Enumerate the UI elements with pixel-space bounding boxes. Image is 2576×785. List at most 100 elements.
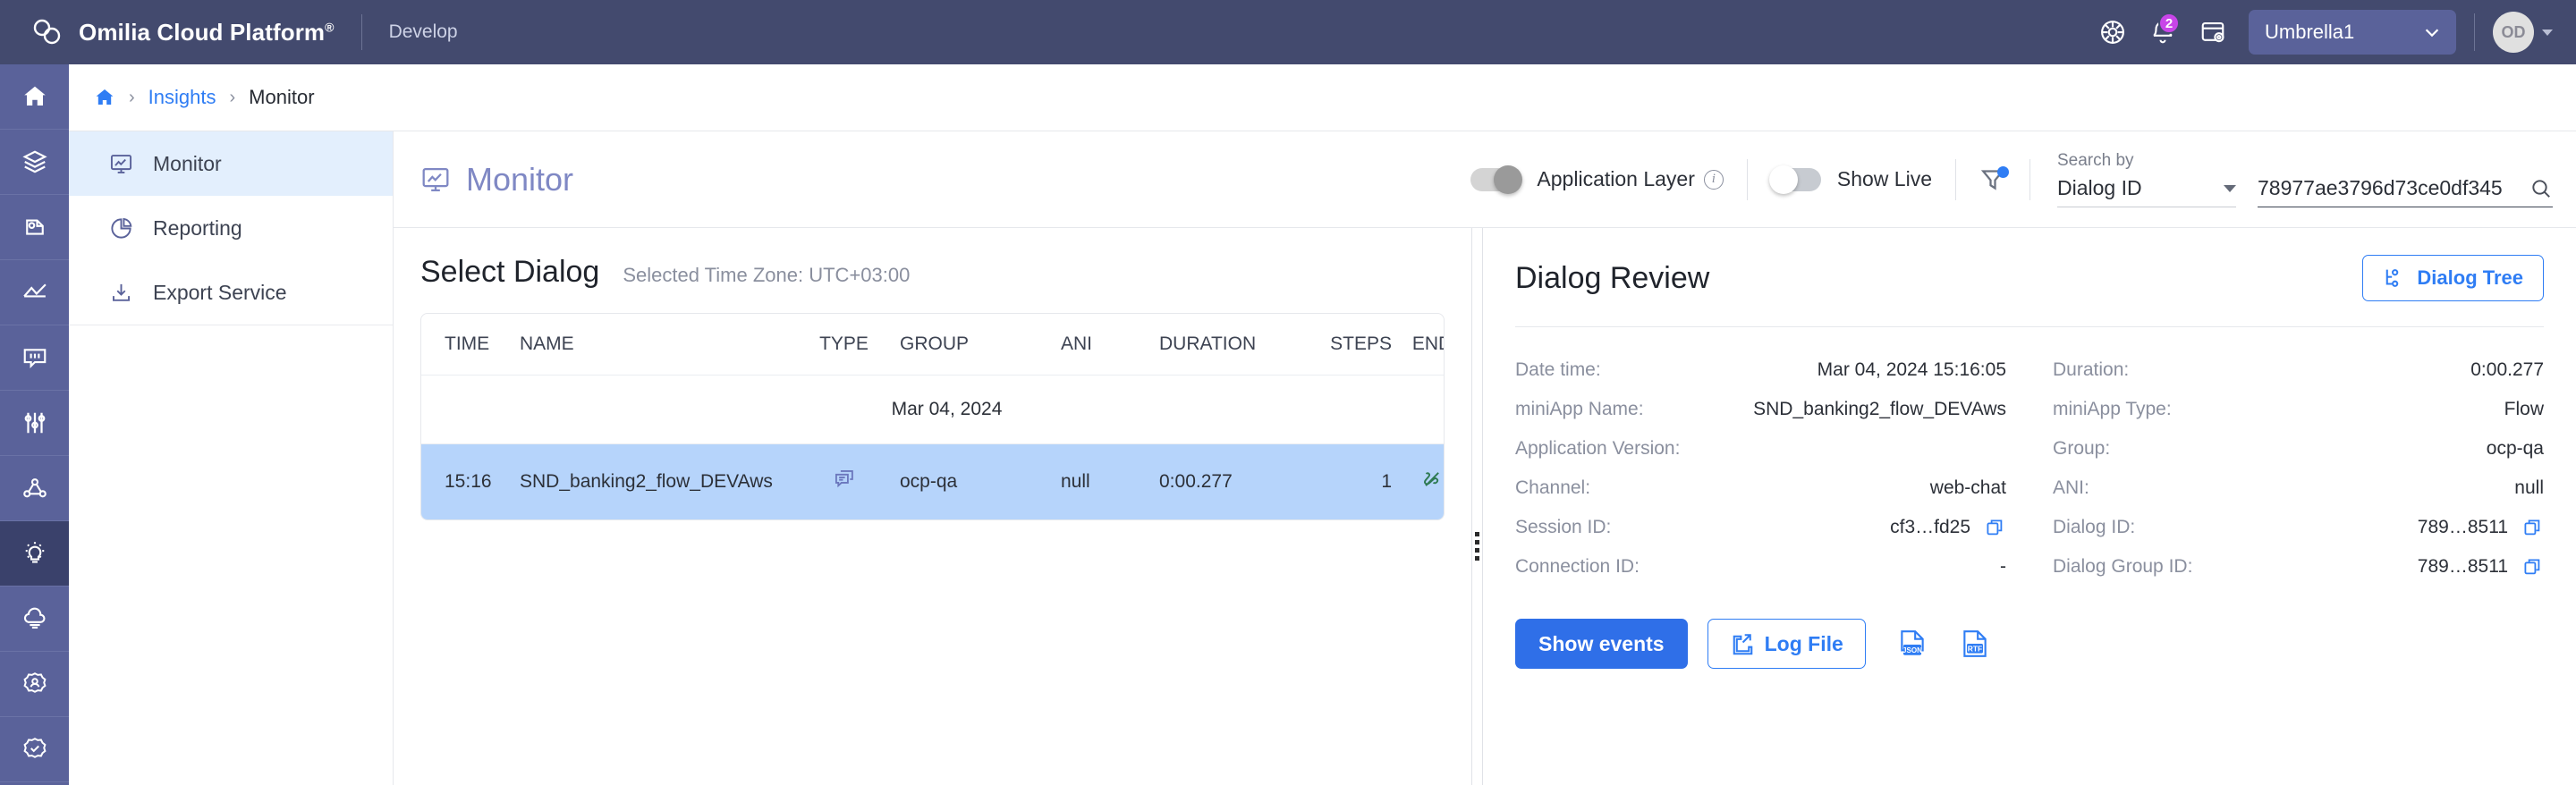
show-events-button[interactable]: Show events — [1515, 619, 1688, 669]
sidebar-item-export-service[interactable]: Export Service — [69, 260, 393, 325]
pie-chart-icon — [109, 216, 133, 241]
export-json-icon[interactable]: JSON — [1896, 628, 1928, 660]
table-row[interactable]: 15:16 SND_banking2_flow_DEVAws ocp-qa nu… — [421, 444, 1445, 520]
home-icon[interactable] — [94, 87, 115, 108]
sidebar-item-label: Monitor — [153, 152, 222, 176]
search-by-select[interactable]: Dialog ID — [2057, 176, 2236, 207]
copy-icon[interactable] — [1985, 517, 2006, 538]
toggle-knob — [1494, 165, 1522, 194]
field-group: Group: ocp-qa — [2053, 429, 2544, 468]
monitor-toolbar: Monitor Application Layer i Show Live Se… — [394, 131, 2576, 228]
column-header-steps[interactable]: STEPS — [1302, 314, 1392, 376]
download-icon — [109, 281, 133, 305]
show-live-toggle[interactable] — [1771, 168, 1821, 191]
rail-item-home[interactable] — [0, 64, 69, 130]
field-label: Connection ID: — [1515, 556, 1640, 578]
sidebar-item-label: Export Service — [153, 281, 287, 305]
dialog-tree-button[interactable]: Dialog Tree — [2362, 255, 2544, 301]
notification-badge: 2 — [2158, 13, 2180, 34]
sidebar-item-monitor[interactable]: Monitor — [69, 131, 393, 196]
cell-ani: null — [1061, 444, 1159, 520]
column-header-name[interactable]: NAME — [520, 314, 788, 376]
search-input-value: 78977ae3796d73ce0df345 — [2258, 176, 2503, 200]
sidebar-item-label: Reporting — [153, 216, 242, 241]
analytics-icon — [21, 279, 48, 306]
rail-item-layers[interactable] — [0, 130, 69, 195]
home-icon — [21, 83, 48, 110]
field-application-version: Application Version: — [1515, 429, 2006, 468]
column-header-type[interactable]: TYPE — [788, 314, 900, 376]
cell-type — [788, 444, 900, 520]
page-title-text: Monitor — [466, 161, 573, 198]
icon-rail — [0, 64, 69, 785]
tenant-name: Umbrella1 — [2265, 21, 2354, 44]
breadcrumb-separator: › — [129, 89, 135, 106]
environment-label: Develop — [389, 21, 458, 43]
user-settings-icon — [21, 671, 48, 697]
application-layer-toggle[interactable] — [1470, 168, 1521, 191]
column-header-ani[interactable]: ANI — [1061, 314, 1159, 376]
billing-settings-icon[interactable] — [2188, 7, 2238, 57]
monitor-icon — [420, 165, 451, 195]
bell-icon[interactable]: 2 — [2138, 7, 2188, 57]
column-header-group[interactable]: GROUP — [900, 314, 1061, 376]
dialog-icon — [21, 344, 48, 371]
select-dialog-title: Select Dialog — [420, 255, 599, 290]
rail-item-insights[interactable] — [0, 521, 69, 587]
brand[interactable]: Omilia Cloud Platform® Develop — [0, 14, 458, 50]
rail-item-sliders[interactable] — [0, 391, 69, 456]
search-by-value: Dialog ID — [2057, 176, 2142, 200]
search-icon[interactable] — [2529, 177, 2553, 200]
toolbar-controls: Application Layer i Show Live Search by … — [1470, 151, 2553, 207]
cell-time: 15:16 — [421, 444, 520, 520]
pane-splitter[interactable] — [1471, 228, 1483, 785]
field-value: cf3…fd25 — [1890, 517, 1970, 538]
avatar-caret-icon[interactable] — [2542, 30, 2553, 36]
search-input[interactable]: 78977ae3796d73ce0df345 — [2258, 176, 2553, 207]
header-divider — [2474, 13, 2475, 51]
copy-icon[interactable] — [2522, 556, 2544, 578]
field-label: Dialog ID: — [2053, 517, 2135, 538]
field-label: Channel: — [1515, 477, 1590, 499]
field-label: Group: — [2053, 438, 2110, 460]
rail-item-security[interactable] — [0, 717, 69, 782]
copy-icon[interactable] — [2522, 517, 2544, 538]
show-live-label: Show Live — [1837, 167, 1932, 191]
timezone-label: Selected Time Zone: UTC+03:00 — [623, 264, 910, 287]
field-value: SND_banking2_flow_DEVAws — [1753, 399, 2006, 420]
call-ended-icon — [1420, 468, 1444, 491]
column-header-end[interactable]: END — [1392, 314, 1445, 376]
field-ani: ANI: null — [2053, 468, 2544, 508]
tenant-selector[interactable]: Umbrella1 — [2249, 10, 2456, 55]
rail-item-analytics[interactable] — [0, 260, 69, 325]
field-value: null — [2514, 477, 2544, 499]
info-icon[interactable]: i — [1704, 170, 1724, 190]
filter-button[interactable] — [1979, 166, 2006, 193]
export-rtf-icon[interactable]: RTF — [1959, 628, 1991, 660]
sidebar-item-reporting[interactable]: Reporting — [69, 196, 393, 260]
brand-divider — [361, 14, 362, 50]
support-icon[interactable] — [2088, 7, 2138, 57]
log-file-button[interactable]: Log File — [1707, 619, 1866, 669]
splitter-grip-icon[interactable] — [1475, 532, 1479, 561]
rail-item-dialog[interactable] — [0, 325, 69, 391]
field-value: - — [2000, 556, 2006, 578]
breadcrumb-link-insights[interactable]: Insights — [148, 86, 216, 109]
column-header-duration[interactable]: DURATION — [1159, 314, 1302, 376]
rail-item-cloud[interactable] — [0, 587, 69, 652]
date-group-label: Mar 04, 2024 — [421, 376, 1445, 444]
field-session-id: Session ID: cf3…fd25 — [1515, 508, 2006, 547]
cell-duration: 0:00.277 — [1159, 444, 1302, 520]
avatar[interactable]: OD — [2493, 12, 2534, 53]
toolbar-divider — [2029, 159, 2030, 200]
field-duration: Duration: 0:00.277 — [2053, 350, 2544, 390]
column-header-time[interactable]: TIME — [421, 314, 520, 376]
field-miniapp-name: miniApp Name: SND_banking2_flow_DEVAws — [1515, 390, 2006, 429]
field-value: ocp-qa — [2487, 438, 2544, 460]
dialog-tree-label: Dialog Tree — [2417, 266, 2523, 290]
rail-item-user-settings[interactable] — [0, 652, 69, 717]
omilia-logo-icon — [30, 14, 66, 50]
dialog-table: TIME NAME TYPE GROUP ANI DURATION STEPS … — [420, 313, 1445, 520]
rail-item-network[interactable] — [0, 456, 69, 521]
rail-item-cube[interactable] — [0, 195, 69, 260]
